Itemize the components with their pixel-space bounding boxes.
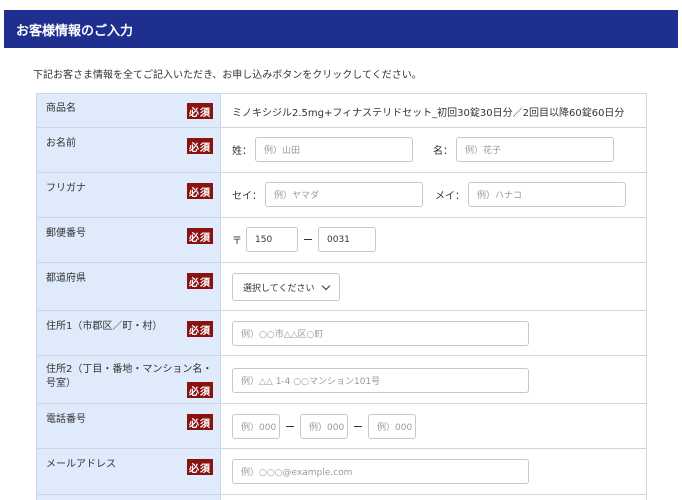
customer-form-table: 商品名 必須 ミノキシジル2.5mg+フィナステリドセット_初回30錠30日分／…	[36, 93, 647, 500]
required-badge: 必須	[187, 103, 213, 119]
chevron-down-icon	[321, 281, 331, 290]
form-header: お客様情報のご入力	[4, 10, 678, 48]
intro-text: 下記お客さま情報を全てご記入いただき、お申し込みボタンをクリックしてください。	[33, 70, 422, 81]
phone-dash	[286, 426, 294, 427]
value-cell: 選択してください	[220, 262, 647, 311]
row-kana: フリガナ 必須 セイ： 例）ヤマダ メイ： 例）ハナコ	[36, 172, 647, 218]
label-cell: 住所2（丁目・番地・マンション名・ 号室） 必須	[36, 355, 221, 404]
required-badge: 必須	[187, 273, 213, 289]
kana-label: フリガナ	[46, 183, 86, 194]
required-badge: 必須	[187, 382, 213, 398]
first-name-label: 名：	[433, 146, 453, 157]
row-email: メールアドレス 必須 例）○○○@example.com	[36, 448, 647, 495]
phone-label: 電話番号	[46, 414, 86, 425]
postal-mark: 〒	[232, 236, 242, 247]
first-kana-label: メイ：	[435, 191, 465, 202]
row-prefecture: 都道府県 必須 選択してください	[36, 262, 647, 311]
address1-label: 住所1（市郡区／町・村）	[46, 321, 163, 332]
label-cell: メールアドレス 必須	[36, 448, 221, 495]
row-phone: 電話番号 必須 例）000 例）000 例）000	[36, 403, 647, 449]
last-name-input[interactable]: 例）山田	[255, 137, 413, 162]
phone-input-3[interactable]: 例）000	[368, 414, 416, 439]
required-badge: 必須	[187, 228, 213, 244]
prefecture-selected: 選択してください	[243, 283, 315, 294]
address2-input[interactable]: 例）△△ 1-4 ○○マンション101号	[232, 368, 529, 393]
last-name-label: 姓：	[232, 146, 252, 157]
label-cell: 住所1（市郡区／町・村） 必須	[36, 310, 221, 356]
prefecture-select[interactable]: 選択してください	[232, 273, 340, 301]
email-input[interactable]: 例）○○○@example.com	[232, 459, 529, 484]
email-label: メールアドレス	[46, 459, 116, 470]
first-name-input[interactable]: 例）花子	[456, 137, 614, 162]
label-cell: 商品名 必須	[36, 93, 221, 128]
row-postal: 郵便番号 必須 〒 150 0031	[36, 217, 647, 263]
row-address2: 住所2（丁目・番地・マンション名・ 号室） 必須 例）△△ 1-4 ○○マンショ…	[36, 355, 647, 404]
value-cell: 姓： 例）山田 名： 例）花子	[220, 127, 647, 173]
address2-label-line2: 号室）	[46, 378, 76, 389]
postal-input-2[interactable]: 0031	[318, 227, 376, 252]
phone-dash	[354, 426, 362, 427]
postal-dash	[304, 239, 312, 240]
label-cell: お名前 必須	[36, 127, 221, 173]
row-name: お名前 必須 姓： 例）山田 名： 例）花子	[36, 127, 647, 173]
form-title: お客様情報のご入力	[16, 23, 134, 39]
postal-input-1[interactable]: 150	[246, 227, 298, 252]
label-cell: 都道府県 必須	[36, 262, 221, 311]
label-cell: フリガナ 必須	[36, 172, 221, 218]
last-kana-input[interactable]: 例）ヤマダ	[265, 182, 423, 207]
required-badge: 必須	[187, 183, 213, 199]
postal-label: 郵便番号	[46, 228, 86, 239]
label-cell	[36, 494, 221, 500]
value-cell: 例）△△ 1-4 ○○マンション101号	[220, 355, 647, 404]
value-cell: 例）○○市△△区○町	[220, 310, 647, 356]
required-badge: 必須	[187, 459, 213, 475]
value-cell: 〒 150 0031	[220, 217, 647, 263]
row-address1: 住所1（市郡区／町・村） 必須 例）○○市△△区○町	[36, 310, 647, 356]
first-kana-input[interactable]: 例）ハナコ	[468, 182, 626, 207]
address1-input[interactable]: 例）○○市△△区○町	[232, 321, 529, 346]
row-product: 商品名 必須 ミノキシジル2.5mg+フィナステリドセット_初回30錠30日分／…	[36, 93, 647, 128]
required-badge: 必須	[187, 414, 213, 430]
value-cell: ミノキシジル2.5mg+フィナステリドセット_初回30錠30日分／2回目以降60…	[220, 93, 647, 128]
name-label: お名前	[46, 138, 76, 149]
value-cell: 例）000 例）000 例）000	[220, 403, 647, 449]
label-cell: 電話番号 必須	[36, 403, 221, 449]
required-badge: 必須	[187, 138, 213, 154]
value-cell: 例）○○○@example.com	[220, 448, 647, 495]
value-cell	[220, 494, 647, 500]
required-badge: 必須	[187, 321, 213, 337]
row-next-partial	[36, 494, 647, 500]
label-cell: 郵便番号 必須	[36, 217, 221, 263]
product-value: ミノキシジル2.5mg+フィナステリドセット_初回30錠30日分／2回目以降60…	[232, 108, 625, 119]
prefecture-label: 都道府県	[46, 273, 86, 284]
phone-input-2[interactable]: 例）000	[300, 414, 348, 439]
last-kana-label: セイ：	[232, 191, 262, 202]
value-cell: セイ： 例）ヤマダ メイ： 例）ハナコ	[220, 172, 647, 218]
product-label: 商品名	[46, 103, 76, 114]
address2-label-line1: 住所2（丁目・番地・マンション名・	[46, 364, 213, 375]
phone-input-1[interactable]: 例）000	[232, 414, 280, 439]
